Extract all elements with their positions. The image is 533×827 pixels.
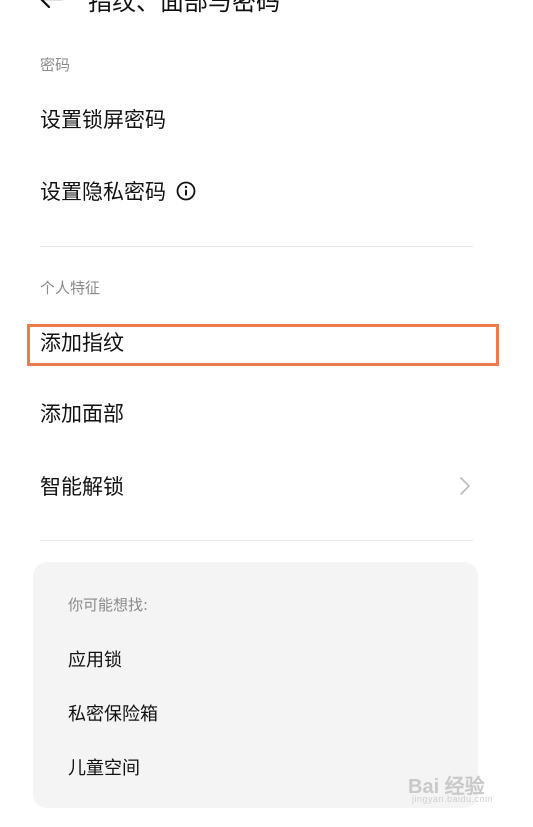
- add-face-item[interactable]: 添加面部: [40, 393, 480, 433]
- highlight-box: [27, 324, 499, 366]
- item-label: 设置锁屏密码: [40, 108, 166, 132]
- section-label-biometric: 个人特征: [40, 279, 101, 297]
- set-privacy-password-item[interactable]: 设置隐私密码: [40, 171, 480, 211]
- info-icon[interactable]: [176, 181, 196, 201]
- item-label: 智能解锁: [40, 475, 124, 499]
- suggestion-kids-space[interactable]: 儿童空间: [68, 754, 140, 780]
- page-title: 指纹、面部与密码: [88, 0, 280, 16]
- suggestion-private-safe[interactable]: 私密保险箱: [68, 700, 158, 726]
- item-label: 设置隐私密码: [40, 180, 166, 204]
- suggestions-title: 你可能想找:: [68, 596, 149, 614]
- suggestion-app-lock[interactable]: 应用锁: [68, 646, 122, 672]
- section-label-password: 密码: [40, 56, 71, 74]
- smart-unlock-item[interactable]: 智能解锁: [40, 466, 480, 506]
- top-bar: 指纹、面部与密码: [0, 0, 533, 18]
- item-label: 添加面部: [40, 402, 124, 426]
- arrow-left-icon[interactable]: [38, 0, 64, 12]
- set-lock-screen-password-item[interactable]: 设置锁屏密码: [40, 99, 480, 139]
- watermark: Bai 经验 jingyan.baidu.com: [408, 768, 508, 810]
- divider: [40, 540, 473, 541]
- divider: [40, 246, 473, 247]
- watermark-subtext: jingyan.baidu.com: [412, 794, 494, 804]
- chevron-right-icon: [460, 477, 470, 495]
